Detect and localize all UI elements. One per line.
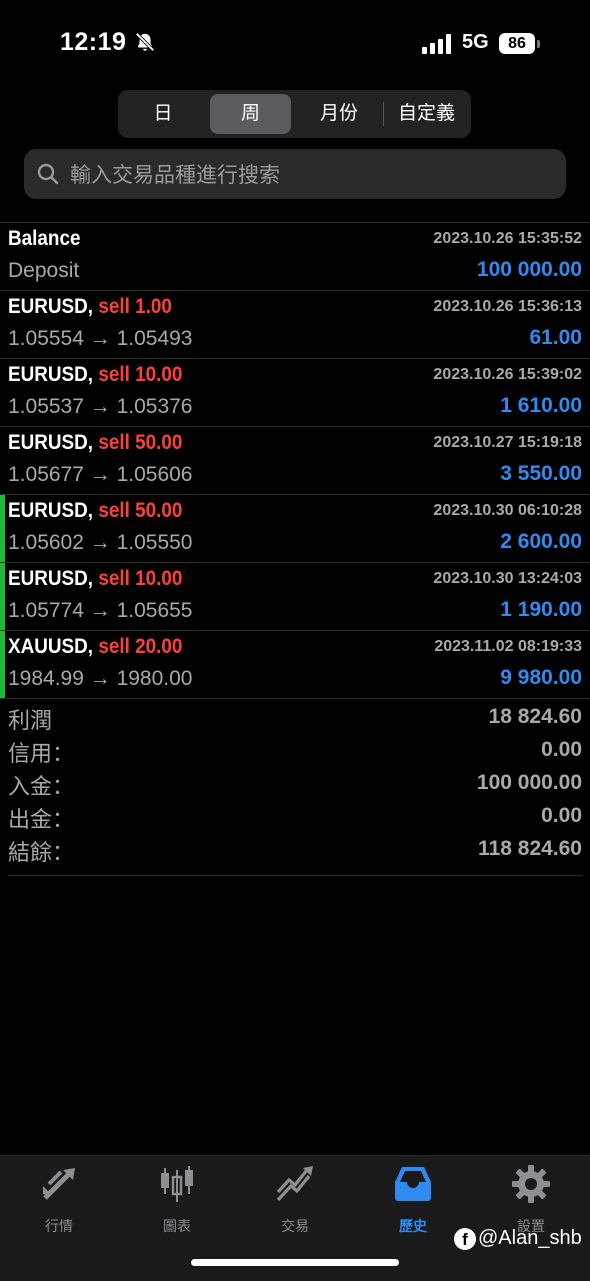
summary-panel: 利潤 18 824.60 信用： 0.00 入金： 100 000.00 出金：…: [8, 703, 582, 876]
row-profit: 2 600.00: [500, 530, 582, 553]
row-trade-type: sell 50.00: [98, 431, 183, 454]
row-profit: 1 190.00: [500, 598, 582, 621]
row-trade-type: sell 10.00: [98, 363, 183, 386]
row-trade-type: sell 20.00: [98, 635, 183, 658]
row-symbol: EURUSD,: [8, 499, 94, 522]
row-date: 2023.11.02 08:19:33: [434, 638, 582, 655]
row-title: Balance: [8, 227, 81, 250]
row-price-change: 1.05677 → 1.05606: [8, 463, 193, 486]
row-trade-type: sell 50.00: [98, 499, 183, 522]
battery-icon: 86: [499, 33, 535, 54]
row-price-change: 1.05554 → 1.05493: [8, 327, 193, 350]
history-row-trade[interactable]: XAUUSD, sell 20.00 2023.11.02 08:19:33 1…: [0, 631, 590, 699]
row-date: 2023.10.26 15:36:13: [433, 298, 582, 315]
row-title: EURUSD, sell 50.00: [8, 499, 182, 523]
summary-balance: 結餘： 118 824.60: [8, 835, 582, 868]
history-row-trade[interactable]: EURUSD, sell 10.00 2023.10.30 13:24:03 1…: [0, 563, 590, 631]
row-title: EURUSD, sell 10.00: [8, 567, 182, 591]
battery-tip: [537, 40, 540, 48]
row-symbol: EURUSD,: [8, 363, 94, 386]
network-type: 5G: [462, 31, 489, 53]
tab-trade[interactable]: 交易: [236, 1164, 354, 1244]
summary-withdrawal: 出金： 0.00: [8, 802, 582, 835]
watermark: f @Alan_shb: [454, 1227, 582, 1250]
row-profit: 61.00: [529, 326, 582, 349]
history-row-trade[interactable]: EURUSD, sell 1.00 2023.10.26 15:36:13 1.…: [0, 291, 590, 359]
gear-icon: [512, 1165, 550, 1203]
row-date: 2023.10.26 15:35:52: [433, 230, 582, 247]
tab-label: 行情: [45, 1218, 73, 1234]
row-date: 2023.10.30 13:24:03: [433, 570, 582, 587]
row-date: 2023.10.26 15:39:02: [433, 366, 582, 383]
summary-label: 利潤: [8, 709, 53, 734]
row-price-change: 1.05602 → 1.05550: [8, 531, 193, 554]
row-trade-type: sell 1.00: [98, 295, 172, 318]
tab-label: 交易: [281, 1218, 309, 1234]
tab-label: 圖表: [163, 1218, 191, 1234]
watermark-text: @Alan_shb: [478, 1227, 582, 1249]
row-profit: 3 550.00: [500, 462, 582, 485]
segment-month[interactable]: 月份: [298, 94, 380, 134]
summary-label: 信用：: [8, 742, 75, 767]
row-date: 2023.10.30 06:10:28: [433, 502, 582, 519]
summary-label: 結餘：: [8, 841, 75, 866]
summary-value: 118 824.60: [478, 837, 582, 860]
candlestick-chart-icon: [161, 1166, 193, 1202]
summary-label: 入金：: [8, 775, 75, 800]
period-segmented-control: 日 周 月份 自定義: [118, 90, 471, 138]
history-row-trade[interactable]: EURUSD, sell 50.00 2023.10.27 15:19:18 1…: [0, 427, 590, 495]
row-price-change: 1984.99 → 1980.00: [8, 667, 193, 690]
search-icon: [37, 163, 59, 185]
home-indicator[interactable]: [191, 1259, 399, 1266]
row-price-change: 1.05774 → 1.05655: [8, 599, 193, 622]
row-title: EURUSD, sell 10.00: [8, 363, 182, 387]
facebook-icon: f: [454, 1227, 476, 1250]
row-profit: 9 980.00: [500, 666, 582, 689]
tab-quotes[interactable]: 行情: [0, 1164, 118, 1244]
clock-time: 12:19: [60, 28, 127, 56]
row-symbol: EURUSD,: [8, 567, 94, 590]
row-profit: 100 000.00: [476, 258, 582, 281]
symbol-search-bar[interactable]: [24, 149, 566, 201]
row-title: EURUSD, sell 50.00: [8, 431, 182, 455]
history-row-balance[interactable]: Balance 2023.10.26 15:35:52 Deposit 100 …: [0, 223, 590, 291]
search-input[interactable]: [68, 149, 552, 201]
summary-profit: 利潤 18 824.60: [8, 703, 582, 736]
row-title: EURUSD, sell 1.00: [8, 295, 172, 319]
row-description: Deposit: [8, 259, 80, 282]
history-row-trade[interactable]: EURUSD, sell 10.00 2023.10.26 15:39:02 1…: [0, 359, 590, 427]
history-row-trade[interactable]: EURUSD, sell 50.00 2023.10.30 06:10:28 1…: [0, 495, 590, 563]
row-title: XAUUSD, sell 20.00: [8, 635, 182, 659]
bell-muted-icon: [135, 32, 155, 52]
summary-credit: 信用： 0.00: [8, 736, 582, 769]
signal-strength-icon: [422, 34, 451, 54]
segment-day[interactable]: 日: [122, 94, 204, 134]
segment-week[interactable]: 周: [210, 94, 291, 134]
row-symbol: EURUSD,: [8, 431, 94, 454]
tab-chart[interactable]: 圖表: [118, 1164, 236, 1244]
row-price-change: 1.05537 → 1.05376: [8, 395, 193, 418]
row-profit: 1 610.00: [500, 394, 582, 417]
history-list: Balance 2023.10.26 15:35:52 Deposit 100 …: [0, 223, 590, 699]
segment-custom[interactable]: 自定義: [386, 94, 467, 134]
summary-label: 出金：: [8, 808, 75, 833]
summary-value: 0.00: [541, 738, 582, 761]
trade-trend-icon: [276, 1166, 313, 1202]
summary-value: 18 824.60: [488, 705, 582, 728]
quotes-arrows-icon: [43, 1168, 75, 1200]
row-symbol: EURUSD,: [8, 295, 94, 318]
row-trade-type: sell 10.00: [98, 567, 183, 590]
row-date: 2023.10.27 15:19:18: [433, 434, 582, 451]
summary-value: 0.00: [541, 804, 582, 827]
row-symbol: XAUUSD,: [8, 635, 94, 658]
summary-value: 100 000.00: [476, 771, 582, 794]
summary-deposit: 入金： 100 000.00: [8, 769, 582, 802]
history-inbox-icon: [395, 1167, 431, 1201]
status-bar: 12:19 5G 86: [0, 0, 590, 88]
segment-divider: [383, 102, 384, 126]
